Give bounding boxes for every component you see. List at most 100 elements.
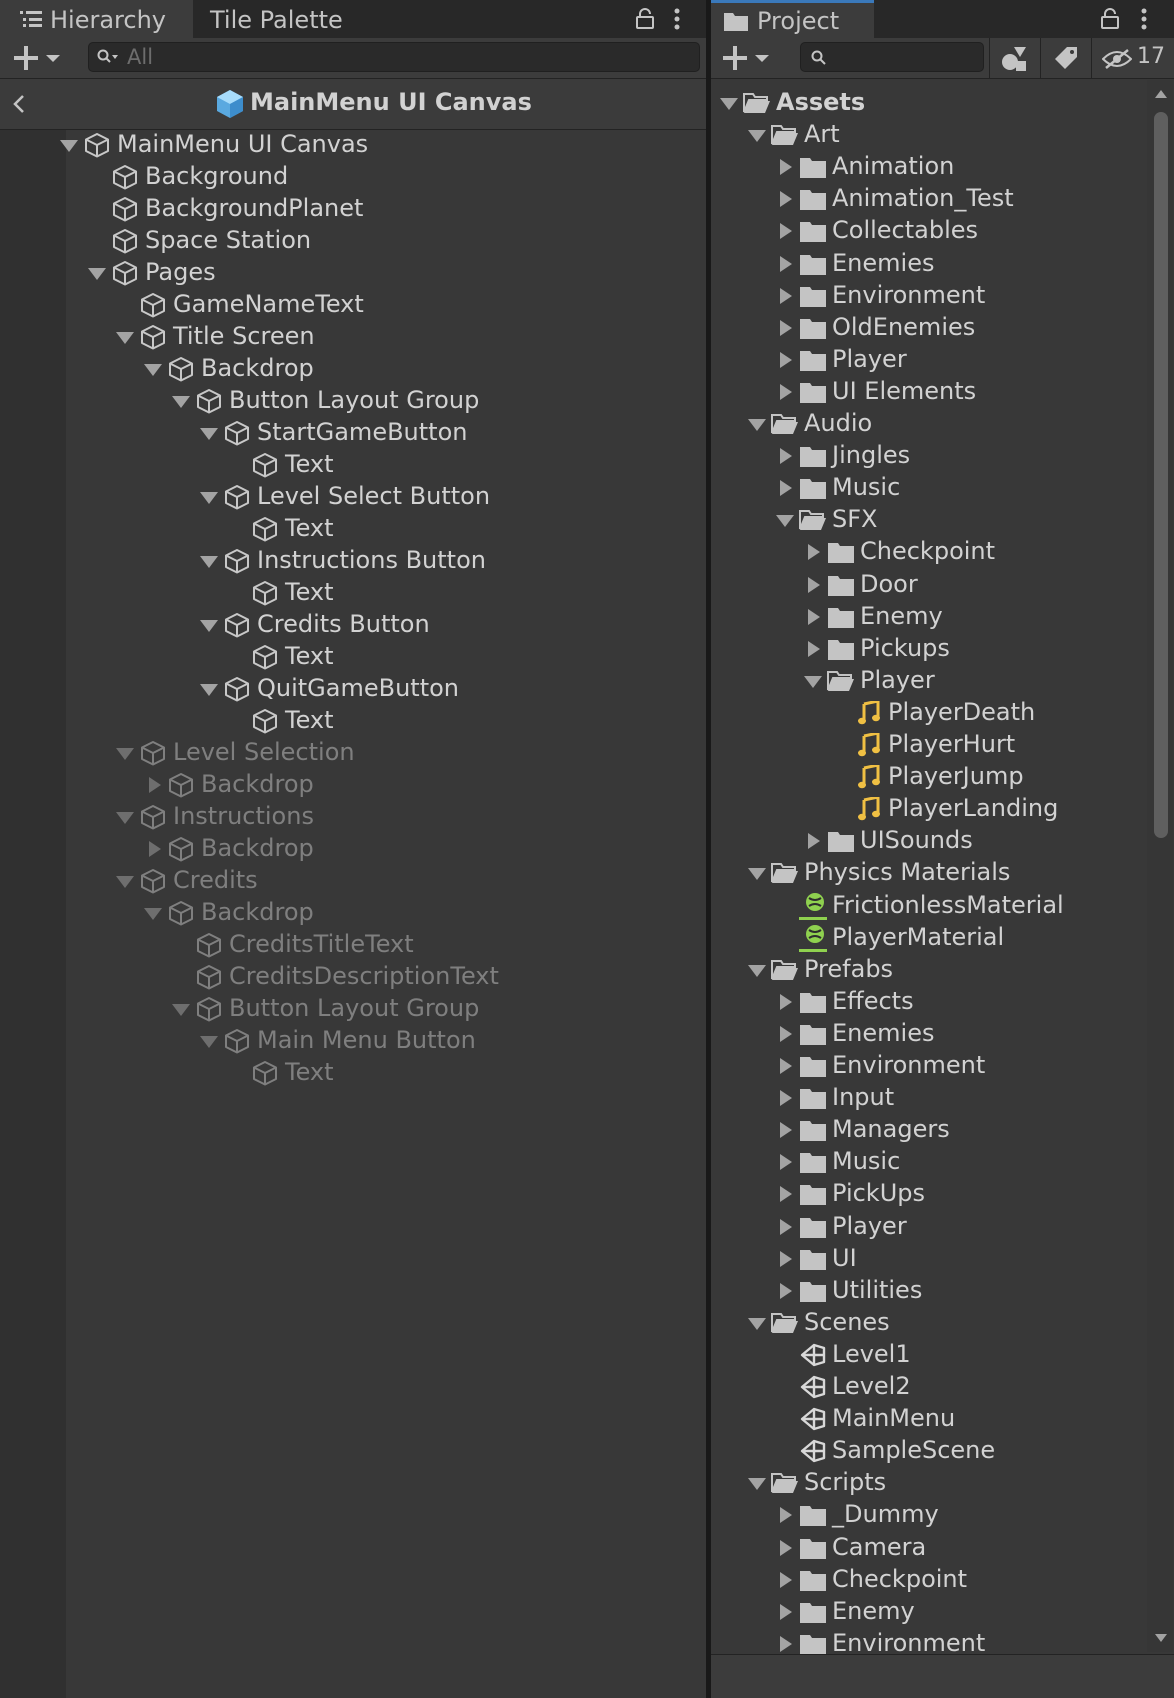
expand-arrow-right-icon[interactable] xyxy=(149,777,161,793)
hierarchy-item[interactable] xyxy=(66,353,706,385)
expand-arrow-down-icon[interactable] xyxy=(172,1004,190,1016)
hierarchy-item[interactable] xyxy=(66,897,706,929)
expand-arrow-right-icon[interactable] xyxy=(780,191,792,207)
expand-arrow-down-icon[interactable] xyxy=(748,965,766,977)
project-item[interactable] xyxy=(711,440,1147,472)
expand-arrow-right-icon[interactable] xyxy=(780,1186,792,1202)
expand-arrow-down-icon[interactable] xyxy=(200,428,218,440)
hierarchy-item-label: Main Menu Button xyxy=(257,1026,476,1054)
hierarchy-item-label: Text xyxy=(285,578,334,606)
project-item[interactable] xyxy=(711,1371,1147,1403)
expand-arrow-down-icon[interactable] xyxy=(748,868,766,880)
project-item[interactable] xyxy=(711,1243,1147,1275)
expand-arrow-right-icon[interactable] xyxy=(780,1572,792,1588)
expand-arrow-right-icon[interactable] xyxy=(780,1604,792,1620)
project-item-label: PlayerLanding xyxy=(888,794,1059,822)
expand-arrow-right-icon[interactable] xyxy=(808,609,820,625)
expand-arrow-down-icon[interactable] xyxy=(200,492,218,504)
project-item-label: Physics Materials xyxy=(804,858,1011,886)
expand-arrow-down-icon[interactable] xyxy=(116,332,134,344)
project-item[interactable] xyxy=(711,1275,1147,1307)
expand-arrow-right-icon[interactable] xyxy=(780,1507,792,1523)
expand-arrow-right-icon[interactable] xyxy=(780,1219,792,1235)
hierarchy-item[interactable] xyxy=(66,705,706,737)
expand-arrow-down-icon[interactable] xyxy=(144,908,162,920)
hierarchy-item[interactable] xyxy=(66,449,706,481)
expand-arrow-right-icon[interactable] xyxy=(780,159,792,175)
expand-arrow-right-icon[interactable] xyxy=(780,480,792,496)
expand-arrow-down-icon[interactable] xyxy=(200,556,218,568)
expand-arrow-down-icon[interactable] xyxy=(776,515,794,527)
expand-arrow-right-icon[interactable] xyxy=(780,994,792,1010)
hierarchy-item-label: Credits Button xyxy=(257,610,430,638)
expand-arrow-right-icon[interactable] xyxy=(808,833,820,849)
gameobject-cube-icon xyxy=(252,708,278,734)
project-item[interactable] xyxy=(711,1596,1147,1628)
hierarchy-item[interactable] xyxy=(66,513,706,545)
expand-arrow-down-icon[interactable] xyxy=(200,684,218,696)
project-item[interactable] xyxy=(711,1339,1147,1371)
expand-arrow-down-icon[interactable] xyxy=(200,620,218,632)
expand-arrow-right-icon[interactable] xyxy=(780,288,792,304)
expand-arrow-down-icon[interactable] xyxy=(60,140,78,152)
expand-arrow-right-icon[interactable] xyxy=(808,641,820,657)
project-item[interactable] xyxy=(711,1532,1147,1564)
expand-arrow-down-icon[interactable] xyxy=(116,876,134,888)
expand-arrow-down-icon[interactable] xyxy=(200,1036,218,1048)
project-item[interactable] xyxy=(711,1211,1147,1243)
project-item[interactable] xyxy=(711,1178,1147,1210)
expand-arrow-right-icon[interactable] xyxy=(780,1058,792,1074)
project-item[interactable] xyxy=(711,986,1147,1018)
expand-arrow-right-icon[interactable] xyxy=(780,1540,792,1556)
project-item[interactable] xyxy=(711,472,1147,504)
expand-arrow-down-icon[interactable] xyxy=(144,364,162,376)
expand-arrow-down-icon[interactable] xyxy=(88,268,106,280)
expand-arrow-right-icon[interactable] xyxy=(780,1283,792,1299)
project-item[interactable] xyxy=(711,1082,1147,1114)
scrollbar-thumb[interactable] xyxy=(1154,112,1168,838)
expand-arrow-down-icon[interactable] xyxy=(804,676,822,688)
expand-arrow-down-icon[interactable] xyxy=(748,1318,766,1330)
expand-arrow-down-icon[interactable] xyxy=(172,396,190,408)
expand-arrow-down-icon[interactable] xyxy=(748,130,766,142)
project-item[interactable] xyxy=(711,1146,1147,1178)
project-item-label: Jingles xyxy=(832,441,911,469)
hierarchy-item[interactable] xyxy=(66,769,706,801)
hierarchy-item-label: Backdrop xyxy=(201,898,314,926)
expand-arrow-down-icon[interactable] xyxy=(116,748,134,760)
scroll-down-arrow-icon[interactable] xyxy=(1155,1634,1167,1642)
hierarchy-item[interactable] xyxy=(66,1057,706,1089)
gameobject-cube-icon xyxy=(140,292,166,318)
expand-arrow-down-icon[interactable] xyxy=(720,98,738,110)
expand-arrow-right-icon[interactable] xyxy=(780,1122,792,1138)
expand-arrow-down-icon[interactable] xyxy=(748,1478,766,1490)
expand-arrow-right-icon[interactable] xyxy=(780,320,792,336)
project-item-label: Assets xyxy=(776,88,866,116)
expand-arrow-down-icon[interactable] xyxy=(748,419,766,431)
hierarchy-item[interactable] xyxy=(66,577,706,609)
scroll-up-arrow-icon[interactable] xyxy=(1155,90,1167,98)
project-item-label: Prefabs xyxy=(804,955,894,983)
expand-arrow-right-icon[interactable] xyxy=(780,1154,792,1170)
gameobject-cube-icon xyxy=(224,420,250,446)
hierarchy-item[interactable] xyxy=(66,641,706,673)
expand-arrow-right-icon[interactable] xyxy=(780,352,792,368)
expand-arrow-right-icon[interactable] xyxy=(780,1636,792,1652)
expand-arrow-down-icon[interactable] xyxy=(116,812,134,824)
expand-arrow-right-icon[interactable] xyxy=(808,544,820,560)
hierarchy-item-label: Level Selection xyxy=(173,738,355,766)
expand-arrow-right-icon[interactable] xyxy=(780,256,792,272)
expand-arrow-right-icon[interactable] xyxy=(149,841,161,857)
scrollbar[interactable] xyxy=(1147,80,1173,1652)
expand-arrow-right-icon[interactable] xyxy=(808,577,820,593)
expand-arrow-right-icon[interactable] xyxy=(780,1251,792,1267)
expand-arrow-right-icon[interactable] xyxy=(780,1026,792,1042)
expand-arrow-right-icon[interactable] xyxy=(780,448,792,464)
project-item[interactable] xyxy=(711,344,1147,376)
expand-arrow-right-icon[interactable] xyxy=(780,223,792,239)
expand-arrow-right-icon[interactable] xyxy=(780,1090,792,1106)
project-item[interactable] xyxy=(711,569,1147,601)
expand-arrow-right-icon[interactable] xyxy=(780,384,792,400)
hierarchy-item[interactable] xyxy=(66,833,706,865)
hierarchy-item-label: Backdrop xyxy=(201,354,314,382)
